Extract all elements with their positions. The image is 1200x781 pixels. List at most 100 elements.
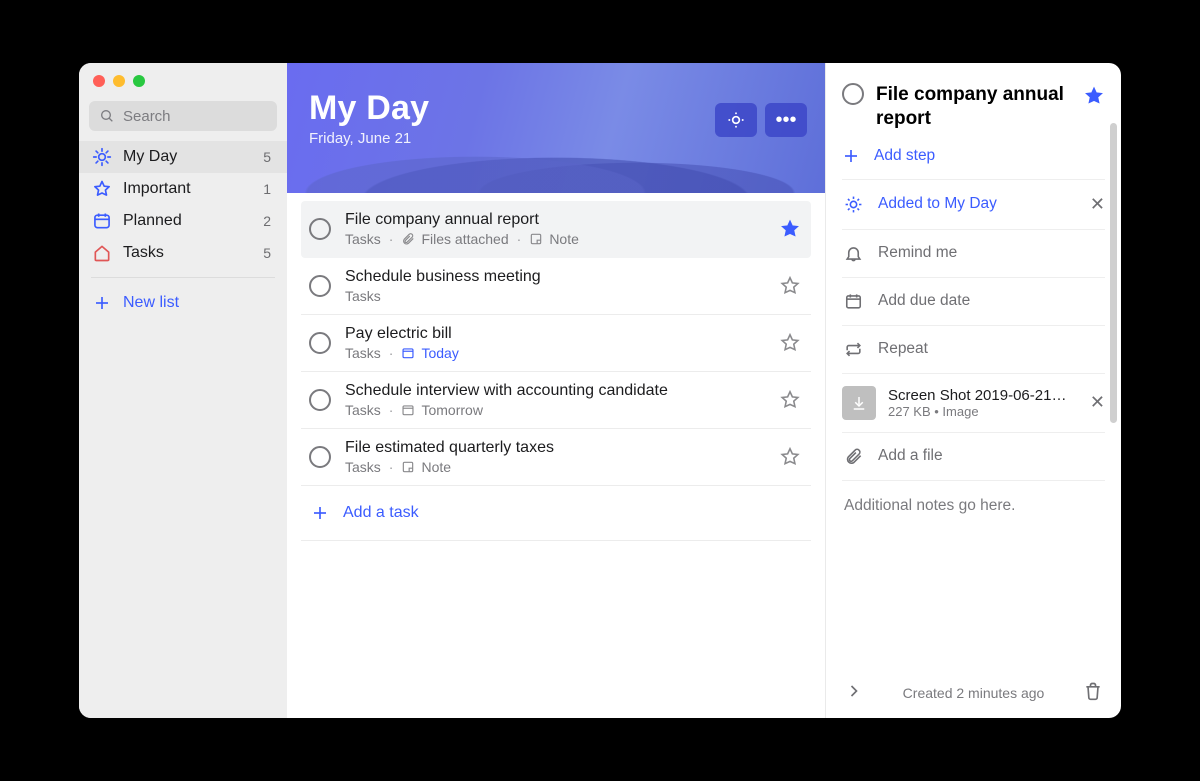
- remind-me-row[interactable]: Remind me: [842, 230, 1105, 278]
- star-toggle[interactable]: [779, 332, 801, 354]
- bell-icon: [842, 244, 864, 263]
- detail-title: File company annual report: [876, 83, 1071, 131]
- calendar-icon: [401, 403, 415, 417]
- close-window-button[interactable]: [93, 75, 105, 87]
- new-list-label: New list: [123, 294, 179, 312]
- task-row[interactable]: Pay electric bill Tasks Today: [301, 315, 811, 372]
- complete-toggle[interactable]: [309, 218, 331, 240]
- sidebar: Search My Day 5 Important 1: [79, 63, 287, 718]
- plus-icon: [842, 147, 860, 165]
- scrollbar[interactable]: [1110, 123, 1117, 423]
- plus-icon: [311, 504, 329, 522]
- complete-toggle[interactable]: [309, 275, 331, 297]
- task-meta: Tasks Files attached Note: [345, 231, 765, 247]
- attachment-meta: 227 KB • Image: [888, 404, 1078, 419]
- add-step-label: Add step: [874, 147, 935, 165]
- repeat-icon: [842, 340, 864, 359]
- notes-field[interactable]: Additional notes go here.: [842, 481, 1105, 676]
- repeat-row[interactable]: Repeat: [842, 326, 1105, 374]
- task-details-panel: File company annual report Add step Adde…: [825, 63, 1121, 718]
- delete-task-button[interactable]: [1083, 681, 1103, 704]
- sidebar-item-tasks[interactable]: Tasks 5: [79, 237, 287, 269]
- task-title: Schedule business meeting: [345, 268, 765, 286]
- repeat-label: Repeat: [878, 340, 928, 358]
- plus-icon: [93, 294, 111, 312]
- window-controls: [79, 73, 287, 101]
- sidebar-item-count: 5: [263, 245, 271, 261]
- list-options-button[interactable]: •••: [765, 103, 807, 137]
- complete-toggle[interactable]: [309, 446, 331, 468]
- complete-toggle[interactable]: [309, 332, 331, 354]
- complete-toggle[interactable]: [842, 83, 864, 105]
- star-icon: [91, 179, 113, 199]
- sun-icon: [91, 147, 113, 167]
- new-list-button[interactable]: New list: [79, 286, 287, 320]
- home-icon: [91, 243, 113, 263]
- minimize-window-button[interactable]: [113, 75, 125, 87]
- star-toggle[interactable]: [1083, 85, 1105, 107]
- remind-label: Remind me: [878, 244, 957, 262]
- task-row[interactable]: Schedule interview with accounting candi…: [301, 372, 811, 429]
- trash-icon: [1083, 681, 1103, 701]
- task-row[interactable]: File estimated quarterly taxes Tasks Not…: [301, 429, 811, 486]
- remove-from-myday-button[interactable]: ✕: [1090, 194, 1105, 215]
- sidebar-item-count: 1: [263, 181, 271, 197]
- sun-icon: [842, 195, 864, 214]
- star-toggle[interactable]: [779, 389, 801, 411]
- sidebar-item-important[interactable]: Important 1: [79, 173, 287, 205]
- myday-label: Added to My Day: [878, 195, 997, 213]
- calendar-icon: [91, 211, 113, 231]
- task-row[interactable]: File company annual report Tasks Files a…: [301, 201, 811, 258]
- task-list: File company annual report Tasks Files a…: [287, 193, 825, 718]
- chevron-right-icon: [844, 681, 864, 701]
- add-task-input[interactable]: Add a task: [301, 486, 811, 541]
- star-toggle[interactable]: [779, 446, 801, 468]
- sidebar-item-label: Important: [123, 180, 191, 198]
- note-icon: [401, 460, 415, 474]
- attach-icon: [401, 232, 415, 246]
- hide-detail-button[interactable]: [844, 681, 864, 704]
- fullscreen-window-button[interactable]: [133, 75, 145, 87]
- add-step-button[interactable]: Add step: [842, 131, 1105, 180]
- sidebar-divider: [91, 277, 275, 278]
- sidebar-item-myday[interactable]: My Day 5: [79, 141, 287, 173]
- sidebar-item-count: 2: [263, 213, 271, 229]
- attachment-row[interactable]: Screen Shot 2019-06-21… 227 KB • Image ✕: [842, 374, 1105, 433]
- search-icon: [99, 108, 115, 124]
- task-title: Pay electric bill: [345, 325, 765, 343]
- star-toggle[interactable]: [779, 218, 801, 240]
- created-label: Created 2 minutes ago: [874, 685, 1073, 701]
- list-header: My Day Friday, June 21 •••: [287, 63, 825, 193]
- download-icon: [850, 394, 868, 412]
- sidebar-item-planned[interactable]: Planned 2: [79, 205, 287, 237]
- sidebar-item-label: Tasks: [123, 244, 164, 262]
- search-placeholder: Search: [123, 108, 171, 125]
- task-row[interactable]: Schedule business meeting Tasks: [301, 258, 811, 315]
- due-date-row[interactable]: Add due date: [842, 278, 1105, 326]
- attachment-thumbnail: [842, 386, 876, 420]
- sidebar-item-label: My Day: [123, 148, 177, 166]
- search-input[interactable]: Search: [89, 101, 277, 131]
- smart-lists: My Day 5 Important 1 Planned 2: [79, 141, 287, 269]
- suggestions-button[interactable]: [715, 103, 757, 137]
- remove-attachment-button[interactable]: ✕: [1090, 392, 1105, 413]
- added-to-myday-row[interactable]: Added to My Day ✕: [842, 180, 1105, 230]
- app-window: Search My Day 5 Important 1: [79, 63, 1121, 718]
- task-title: File estimated quarterly taxes: [345, 439, 765, 457]
- task-title: Schedule interview with accounting candi…: [345, 382, 765, 400]
- calendar-icon: [842, 292, 864, 311]
- lightbulb-icon: [726, 110, 746, 130]
- complete-toggle[interactable]: [309, 389, 331, 411]
- due-label: Add due date: [878, 292, 970, 310]
- main-panel: My Day Friday, June 21 ••• File company …: [287, 63, 825, 718]
- task-title: File company annual report: [345, 211, 765, 229]
- attachment-name: Screen Shot 2019-06-21…: [888, 387, 1078, 404]
- note-icon: [529, 232, 543, 246]
- star-toggle[interactable]: [779, 275, 801, 297]
- add-task-label: Add a task: [343, 504, 419, 522]
- sidebar-item-label: Planned: [123, 212, 182, 230]
- add-file-row[interactable]: Add a file: [842, 433, 1105, 481]
- add-file-label: Add a file: [878, 447, 943, 465]
- calendar-icon: [401, 346, 415, 360]
- sidebar-item-count: 5: [263, 149, 271, 165]
